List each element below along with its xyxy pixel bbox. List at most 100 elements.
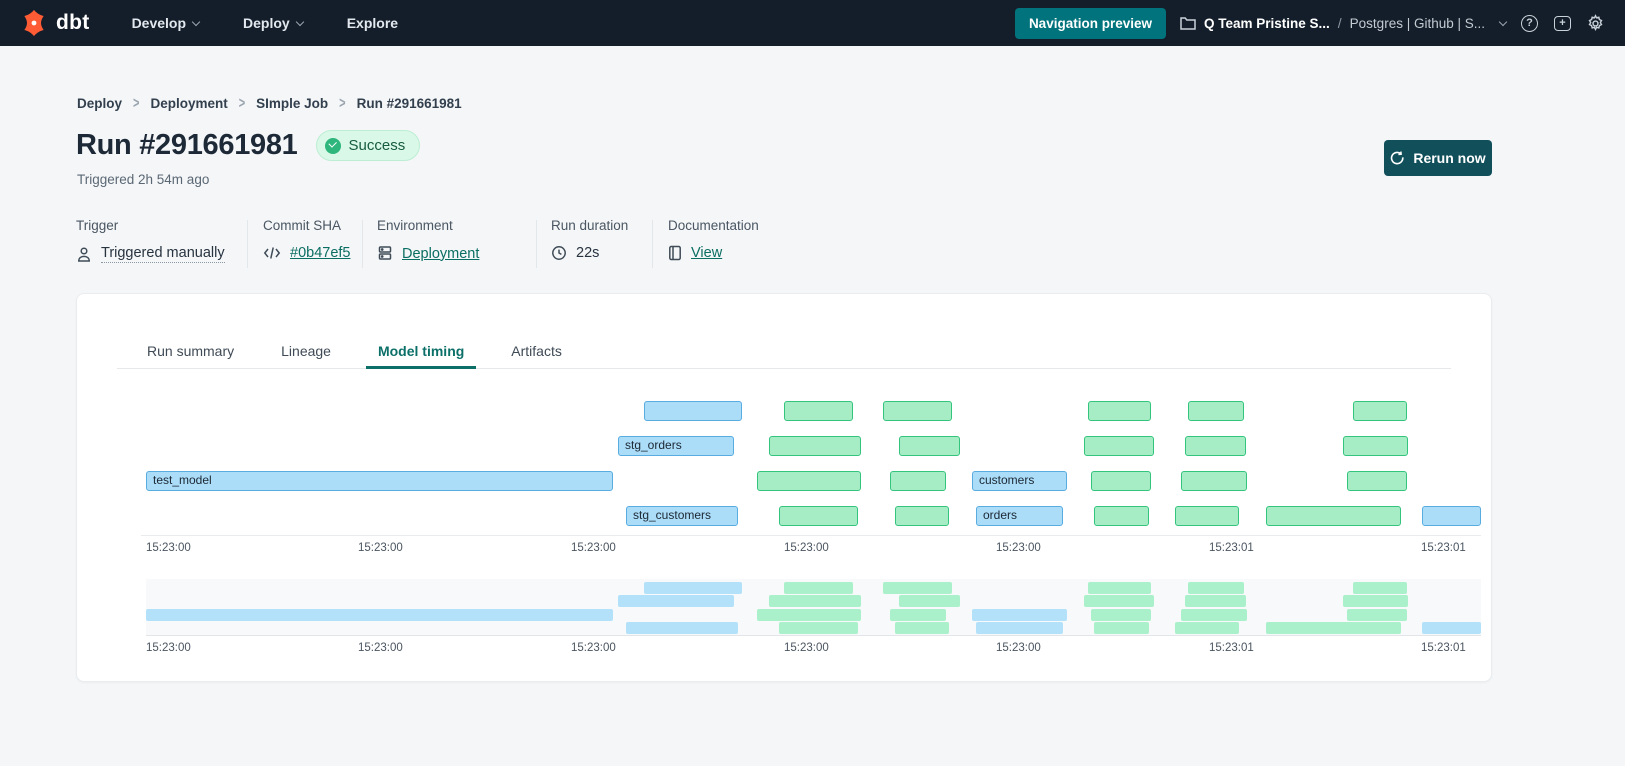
timeline-bar-stg_orders[interactable]: stg_orders <box>618 436 734 456</box>
meta-label: Trigger <box>76 218 225 233</box>
minimap-bar <box>1091 609 1151 621</box>
settings-gear-icon[interactable] <box>1586 14 1605 33</box>
project-name: Postgres | Github | S... <box>1350 16 1485 31</box>
feedback-icon[interactable]: + <box>1553 14 1572 33</box>
dbt-logo-text: dbt <box>56 11 90 35</box>
axis-tick-label: 15:23:01 <box>1209 642 1254 654</box>
timeline-bar[interactable] <box>1094 506 1149 526</box>
minimap-bar <box>779 622 858 634</box>
minimap-bar <box>1185 595 1246 607</box>
axis-tick-label: 15:23:00 <box>784 542 829 554</box>
timeline-bar[interactable] <box>1185 436 1246 456</box>
breadcrumb-simple-job[interactable]: SImple Job <box>256 96 328 111</box>
timeline-bar[interactable] <box>1181 471 1247 491</box>
minimap-bar <box>618 595 734 607</box>
dbt-logo-icon <box>20 9 48 37</box>
navigation-preview-button[interactable]: Navigation preview <box>1015 8 1166 39</box>
timeline-bar[interactable] <box>1188 401 1244 421</box>
timeline-bar[interactable] <box>1088 401 1151 421</box>
meta-run-duration: Run duration 22s <box>551 218 628 261</box>
top-nav: dbt Develop Deploy Explore Navigation pr… <box>0 0 1625 46</box>
minimap-bar <box>890 609 946 621</box>
environment-link[interactable]: Deployment <box>402 246 479 262</box>
timeline-bar[interactable] <box>757 471 861 491</box>
minimap-bar <box>972 609 1067 621</box>
timeline-bar-customers[interactable]: customers <box>972 471 1067 491</box>
minimap-bar <box>146 609 613 621</box>
minimap-bar <box>1088 582 1151 594</box>
account-separator: / <box>1338 15 1342 31</box>
minimap-bar <box>626 622 738 634</box>
timeline-bar[interactable] <box>784 401 853 421</box>
axis-tick-label: 15:23:01 <box>1209 542 1254 554</box>
clock-icon <box>551 245 567 261</box>
minimap-bar <box>1181 609 1247 621</box>
minimap-bar <box>1353 582 1407 594</box>
nav-item-explore[interactable]: Explore <box>347 15 398 31</box>
timeline-bar[interactable] <box>1353 401 1407 421</box>
nav-item-develop[interactable]: Develop <box>132 15 199 31</box>
timeline-bar-orders[interactable]: orders <box>976 506 1063 526</box>
timeline-bar[interactable] <box>1347 471 1407 491</box>
timeline-bar-stg_customers[interactable]: stg_customers <box>626 506 738 526</box>
divider <box>362 220 363 268</box>
triggered-timestamp: Triggered 2h 54m ago <box>77 172 209 187</box>
minimap-bar <box>757 609 861 621</box>
minimap-bar <box>1422 622 1481 634</box>
axis-tick-label: 15:23:00 <box>571 542 616 554</box>
minimap-bar <box>895 622 949 634</box>
timeline-bar[interactable] <box>1175 506 1239 526</box>
dbt-logo[interactable]: dbt <box>20 9 90 37</box>
breadcrumb-separator: > <box>339 95 345 112</box>
status-badge: Success <box>316 130 421 161</box>
run-duration-value: 22s <box>576 245 599 261</box>
minimap-bar <box>883 582 952 594</box>
axis-tick-label: 15:23:00 <box>358 642 403 654</box>
minimap-bar <box>1084 595 1154 607</box>
timeline-bar[interactable] <box>1343 436 1408 456</box>
success-check-icon <box>325 138 341 154</box>
run-detail-card: Run summary Lineage Model timing Artifac… <box>76 293 1492 682</box>
documentation-view-link[interactable]: View <box>691 245 722 261</box>
timeline-bar[interactable] <box>644 401 742 421</box>
timeline-bar[interactable] <box>895 506 949 526</box>
timeline-bar-test_model[interactable]: test_model <box>146 471 613 491</box>
breadcrumb-separator: > <box>239 95 245 112</box>
axis-tick-label: 15:23:00 <box>146 642 191 654</box>
help-icon[interactable]: ? <box>1520 14 1539 33</box>
timeline-bar[interactable] <box>769 436 861 456</box>
breadcrumb-deployment[interactable]: Deployment <box>150 96 227 111</box>
timeline-bar[interactable] <box>1422 506 1481 526</box>
meta-label: Run duration <box>551 218 628 233</box>
meta-label: Environment <box>377 218 479 233</box>
status-badge-label: Success <box>349 137 406 154</box>
timeline-bar[interactable] <box>890 471 946 491</box>
timeline-bar[interactable] <box>1091 471 1151 491</box>
rerun-now-button[interactable]: Rerun now <box>1384 140 1492 176</box>
axis-tick-label: 15:23:00 <box>146 542 191 554</box>
timeline-bar[interactable] <box>883 401 952 421</box>
commit-sha-link[interactable]: #0b47ef5 <box>290 245 350 261</box>
minimap-bar <box>1094 622 1149 634</box>
account-project-selector[interactable]: Q Team Pristine S... / Postgres | Github… <box>1180 15 1506 31</box>
code-icon <box>263 246 281 260</box>
breadcrumb-separator: > <box>133 95 139 112</box>
chevron-down-icon <box>1499 17 1507 25</box>
timeline-bar[interactable] <box>779 506 858 526</box>
timeline-bar[interactable] <box>1266 506 1401 526</box>
minimap-bar <box>784 582 853 594</box>
meta-trigger: Trigger Triggered manually <box>76 218 225 263</box>
database-icon <box>377 245 393 262</box>
axis-tick-label: 15:23:01 <box>1421 642 1466 654</box>
breadcrumb-deploy[interactable]: Deploy <box>77 96 122 111</box>
nav-item-deploy[interactable]: Deploy <box>243 15 303 31</box>
model-timing-chart: stg_orderstest_model customers stg_custome… <box>77 294 1491 681</box>
breadcrumb: Deploy > Deployment > SImple Job > Run #… <box>77 96 462 111</box>
trigger-value: Triggered manually <box>101 245 225 263</box>
divider <box>247 220 248 268</box>
axis-tick-label: 15:23:00 <box>784 642 829 654</box>
timeline-bar[interactable] <box>1084 436 1154 456</box>
divider <box>652 220 653 268</box>
minimap-bar <box>1175 622 1239 634</box>
timeline-bar[interactable] <box>899 436 960 456</box>
